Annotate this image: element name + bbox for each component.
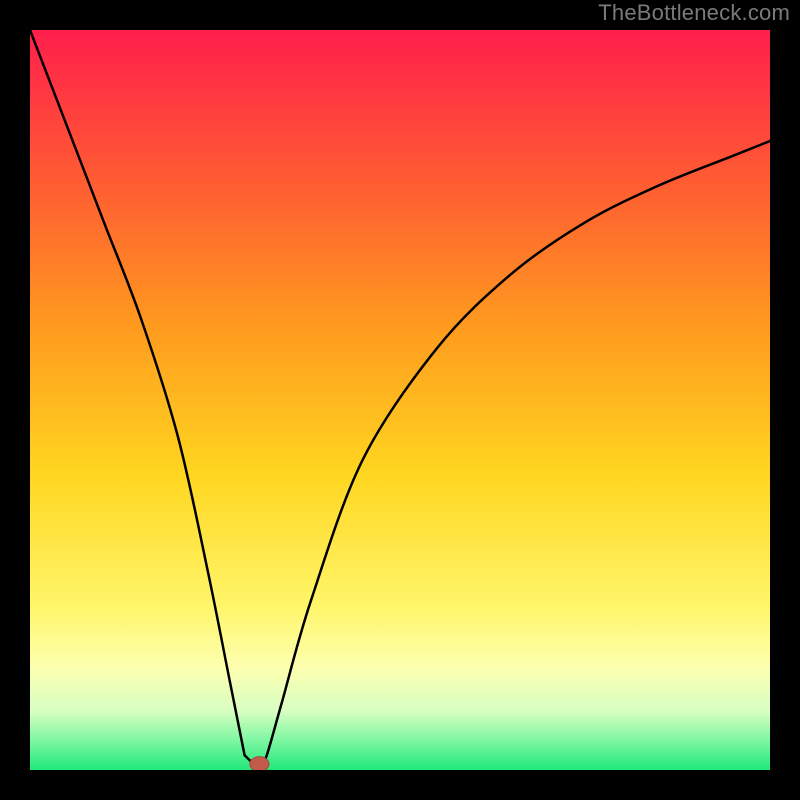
optimum-marker xyxy=(250,757,269,770)
gradient-background xyxy=(30,30,770,770)
bottleneck-plot xyxy=(30,30,770,770)
watermark-text: TheBottleneck.com xyxy=(598,0,790,26)
plot-svg xyxy=(30,30,770,770)
chart-frame: TheBottleneck.com xyxy=(0,0,800,800)
